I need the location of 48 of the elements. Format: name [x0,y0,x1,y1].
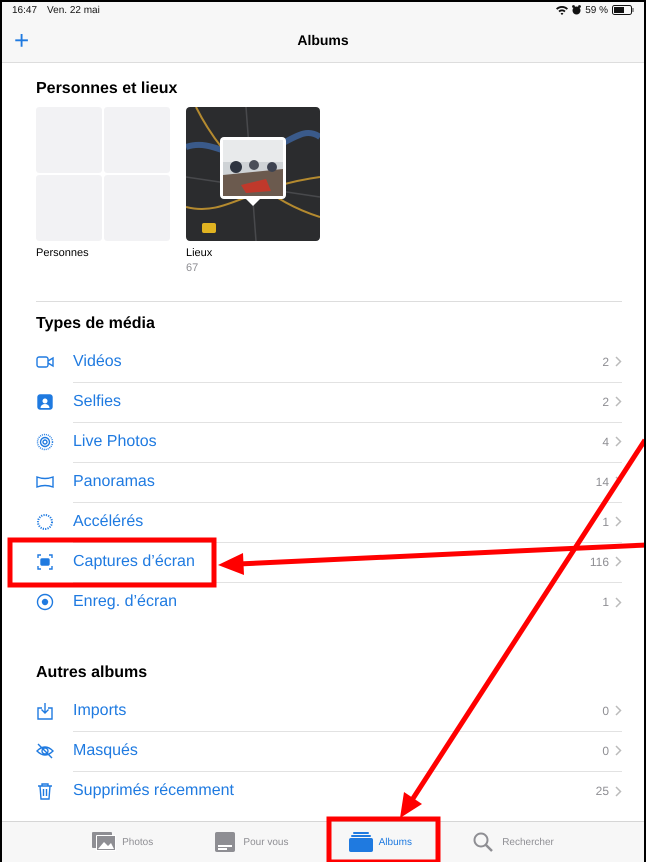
import-icon [36,702,54,720]
battery-icon [612,5,634,15]
wifi-icon [556,5,568,15]
concentric-circles-icon [36,433,54,451]
trash-icon [36,782,54,800]
album-row[interactable]: Live Photos 4 [73,422,622,462]
heart-card-icon [213,832,238,852]
status-time: 16:47 [12,4,38,16]
album-row[interactable]: Enreg. d’écran 1 [73,582,622,622]
record-icon [36,593,54,611]
album-name: Personnes [36,247,90,259]
album-row[interactable]: Panoramas 14 [73,462,622,502]
tab[interactable]: Photos [86,822,160,862]
photos-icon [92,832,116,852]
chevron-icon [615,556,622,567]
dotted-circle-icon [36,513,54,531]
tab[interactable]: Rechercher [466,822,560,862]
album-row[interactable]: Selfies 2 [73,382,622,422]
chevron-icon [615,705,622,716]
album-row[interactable]: Vidéos 2 [73,342,622,382]
album-row[interactable]: Supprimés récemment 25 [73,771,622,811]
album-row[interactable]: Accélérés 1 [73,502,622,542]
battery-percent: 59 % [585,4,608,16]
hidden-eye-icon [36,742,54,760]
chevron-icon [615,596,622,608]
chevron-icon [615,516,622,527]
albums-icon [348,832,373,852]
tab[interactable]: Albums [342,822,418,862]
album-row[interactable]: Imports 0 [73,690,622,732]
chevron-icon [615,786,622,796]
panorama-icon [36,473,54,491]
chevron-icon [615,436,622,447]
album-row[interactable]: Masqués 0 [73,730,622,772]
chevron-icon [615,356,622,367]
section-title: Personnes et lieux [36,79,178,99]
chevron-icon [615,745,622,756]
tab[interactable]: Pour vous [207,822,294,862]
album-name: Lieux [186,247,214,259]
screenshot-icon [36,553,54,571]
alarm-icon [572,5,582,15]
album-count: 67 [186,262,200,274]
section-title: Types de média [36,314,156,334]
add-button[interactable]: + [2,27,30,53]
portrait-icon [36,393,54,411]
status-date: Ven. 22 mai [47,4,100,16]
section-title: Autres albums [36,663,148,683]
chevron-icon [615,396,622,407]
window-title: Albums [297,32,349,48]
